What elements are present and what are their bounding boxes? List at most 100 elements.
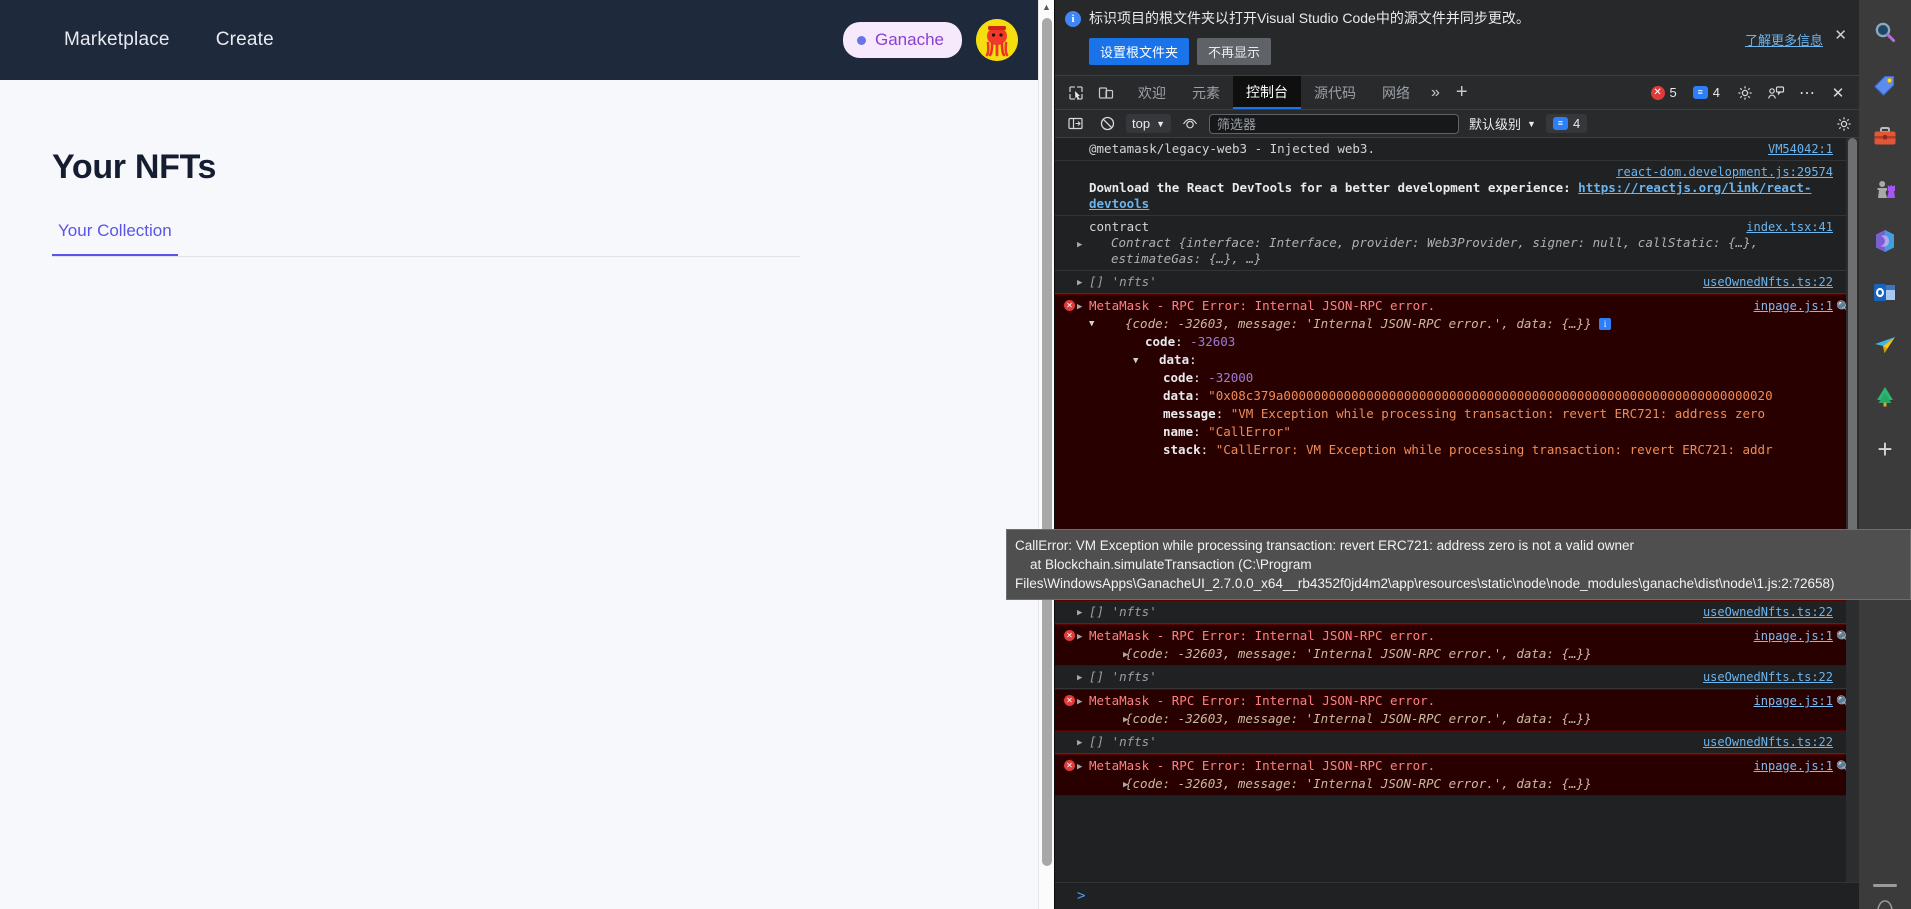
send-icon[interactable] <box>1868 328 1902 362</box>
briefcase-icon[interactable] <box>1868 120 1902 154</box>
console-message-text: @metamask/legacy-web3 - Injected web3. <box>1089 141 1375 156</box>
expand-triangle-icon[interactable]: ▶ <box>1077 735 1082 751</box>
add-panel-icon[interactable]: + <box>1448 76 1476 109</box>
console-message-list[interactable]: @metamask/legacy-web3 - Injected web3. V… <box>1055 138 1859 882</box>
console-message-source[interactable]: inpage.js:1 <box>1754 758 1833 774</box>
expand-triangle-icon[interactable]: ▶ <box>1077 694 1082 710</box>
error-summary: {code: -32603, message: 'Internal JSON-R… <box>1125 711 1592 726</box>
device-toolbar-icon[interactable] <box>1093 80 1119 106</box>
log-level-select[interactable]: 默认级别 ▼ <box>1465 112 1540 135</box>
inspect-element-icon[interactable] <box>1063 80 1089 106</box>
toolbar-message-count[interactable]: ≡ 4 <box>1545 114 1588 133</box>
console-message-source[interactable]: useOwnedNfts.ts:22 <box>1703 604 1833 620</box>
network-badge[interactable]: Ganache <box>843 22 962 58</box>
user-avatar[interactable] <box>976 19 1018 61</box>
eye-icon <box>1182 118 1198 128</box>
expand-triangle-icon[interactable]: ▶ <box>1077 629 1082 645</box>
collapse-triangle-icon[interactable]: ▼ <box>1089 316 1094 332</box>
console-message-nfts[interactable]: ▶ [] 'nfts' useOwnedNfts.ts:22 <box>1055 601 1859 624</box>
outlook-icon[interactable] <box>1868 276 1902 310</box>
tree-icon[interactable] <box>1868 380 1902 414</box>
rail-handle[interactable] <box>1873 884 1897 887</box>
dont-show-again-button[interactable]: 不再显示 <box>1197 38 1272 65</box>
console-message-nfts[interactable]: ▶ [] 'nfts' useOwnedNfts.ts:22 <box>1055 731 1859 754</box>
error-count-badge[interactable]: ✕ 5 <box>1647 83 1684 102</box>
nav-link-create[interactable]: Create <box>216 29 274 51</box>
execution-context-value: top <box>1132 116 1151 131</box>
console-sidebar-toggle-icon[interactable] <box>1062 111 1088 137</box>
console-settings-icon[interactable] <box>1836 116 1852 132</box>
execution-context-select[interactable]: top ▼ <box>1126 114 1171 133</box>
page-scrollbar[interactable]: ▲ <box>1038 0 1054 909</box>
console-message-source[interactable]: react-dom.development.js:29574 <box>1616 164 1833 180</box>
tab-sources[interactable]: 源代码 <box>1301 76 1369 109</box>
live-expression-icon[interactable] <box>1177 111 1203 137</box>
tab-welcome[interactable]: 欢迎 <box>1125 76 1179 109</box>
console-message-nfts[interactable]: ▶ [] 'nfts' useOwnedNfts.ts:22 <box>1055 271 1859 294</box>
console-message-source[interactable]: useOwnedNfts.ts:22 <box>1703 274 1833 290</box>
search-icon[interactable] <box>1868 16 1902 50</box>
console-message-source[interactable]: index.tsx:41 <box>1746 219 1833 235</box>
expand-triangle-icon[interactable]: ▶ <box>1077 670 1082 686</box>
console-scrollbar[interactable] <box>1846 138 1859 882</box>
tree-glyph <box>1877 387 1893 407</box>
console-message-react-devtools[interactable]: react-dom.development.js:29574 Download … <box>1055 161 1859 216</box>
more-tabs-icon[interactable]: » <box>1423 76 1448 109</box>
message-count-badge[interactable]: ≡ 4 <box>1689 83 1727 102</box>
error-title: MetaMask - RPC Error: Internal JSON-RPC … <box>1089 628 1436 643</box>
console-message-source[interactable]: inpage.js:1 <box>1754 628 1833 644</box>
clear-console-icon[interactable] <box>1094 111 1120 137</box>
scroll-up-arrow[interactable]: ▲ <box>1039 0 1054 14</box>
add-widget-button[interactable]: + <box>1868 432 1902 466</box>
devtools-tabbar-right: ✕ 5 ≡ 4 ⋯ ✕ <box>1647 76 1859 109</box>
expand-triangle-icon[interactable]: ▶ <box>1077 237 1082 253</box>
settings-gear-icon[interactable] <box>1732 80 1758 106</box>
console-message-source[interactable]: useOwnedNfts.ts:22 <box>1703 734 1833 750</box>
tag-icon[interactable] <box>1868 68 1902 102</box>
console-message-log[interactable]: @metamask/legacy-web3 - Injected web3. V… <box>1055 138 1859 161</box>
nav-right-group: Ganache <box>843 0 1018 80</box>
devtools-panel: i 标识项目的根文件夹以打开Visual Studio Code中的源文件并同步… <box>1054 0 1859 909</box>
console-message-source[interactable]: inpage.js:1 <box>1754 693 1833 709</box>
console-filter-input[interactable]: 筛选器 <box>1209 113 1459 134</box>
tab-your-collection[interactable]: Your Collection <box>52 221 178 256</box>
tab-console[interactable]: 控制台 <box>1233 76 1301 109</box>
console-message-error[interactable]: ✕ ▶ MetaMask - RPC Error: Internal JSON-… <box>1055 624 1859 666</box>
expand-triangle-icon-summary[interactable]: ▶ <box>1123 647 1128 663</box>
console-message-error[interactable]: ✕ ▶ MetaMask - RPC Error: Internal JSON-… <box>1055 689 1859 731</box>
console-message-nfts[interactable]: ▶ [] 'nfts' useOwnedNfts.ts:22 <box>1055 666 1859 689</box>
console-scrollbar-thumb[interactable] <box>1848 138 1857 558</box>
close-devtools-icon[interactable]: ✕ <box>1825 80 1851 106</box>
infobar-close-icon[interactable]: ✕ <box>1834 28 1847 43</box>
chess-icon[interactable] <box>1868 172 1902 206</box>
console-input-prompt[interactable]: > <box>1055 882 1859 909</box>
expand-triangle-icon[interactable]: ▶ <box>1077 299 1082 315</box>
console-message-source[interactable]: inpage.js:1 <box>1754 298 1833 314</box>
error-prop-code: code: -32603 <box>1145 334 1236 349</box>
expand-triangle-icon[interactable]: ▶ <box>1077 759 1082 775</box>
console-message-error[interactable]: ✕ ▶ MetaMask - RPC Error: Internal JSON-… <box>1055 754 1859 796</box>
error-icon: ✕ <box>1064 300 1075 311</box>
nav-link-marketplace[interactable]: Marketplace <box>64 29 170 51</box>
outlook-glyph <box>1874 284 1895 301</box>
error-prop-data-group[interactable]: ▼ data: <box>1089 352 1833 368</box>
more-options-icon[interactable]: ⋯ <box>1794 80 1820 106</box>
learn-more-link[interactable]: 了解更多信息 <box>1745 30 1823 49</box>
expand-triangle-icon[interactable]: ▶ <box>1077 605 1082 621</box>
error-info-icon[interactable]: i <box>1599 318 1612 330</box>
page-scrollbar-thumb[interactable] <box>1042 18 1052 866</box>
console-message-source[interactable]: useOwnedNfts.ts:22 <box>1703 669 1833 685</box>
tab-elements[interactable]: 元素 <box>1179 76 1233 109</box>
expand-triangle-icon-summary[interactable]: ▶ <box>1123 712 1128 728</box>
console-message-error-expanded[interactable]: ✕ ▶ MetaMask - RPC Error: Internal JSON-… <box>1055 294 1859 536</box>
tab-network[interactable]: 网络 <box>1369 76 1423 109</box>
microsoft365-icon[interactable] <box>1868 224 1902 258</box>
expand-triangle-icon-summary[interactable]: ▶ <box>1123 777 1128 793</box>
web-app-viewport: Marketplace Create Ganache Your NFTs You… <box>0 0 1046 909</box>
expand-triangle-icon[interactable]: ▶ <box>1077 275 1082 291</box>
console-message-contract[interactable]: contract index.tsx:41 ▶ Contract {interf… <box>1055 216 1859 271</box>
feedback-person-icon[interactable] <box>1763 80 1789 106</box>
console-message-source[interactable]: VM54042:1 <box>1768 141 1833 157</box>
collapse-triangle-icon-data[interactable]: ▼ <box>1133 353 1138 368</box>
set-root-folder-button[interactable]: 设置根文件夹 <box>1089 38 1190 65</box>
